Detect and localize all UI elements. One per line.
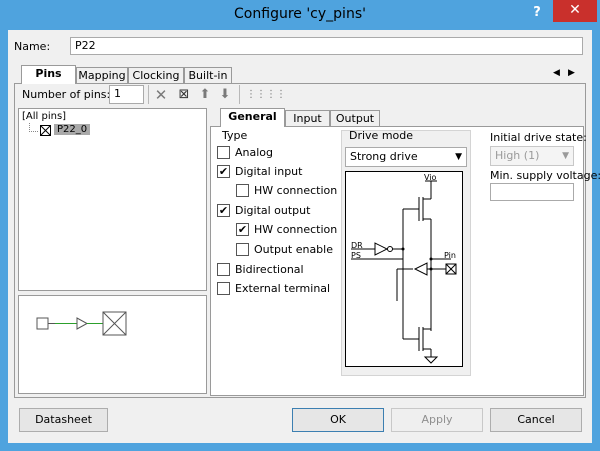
drive-mode-schematic <box>345 171 463 367</box>
pin-group-icon[interactable]: ⋮⋮ <box>246 87 266 103</box>
output-hw-connection-label: HW connection <box>254 223 338 236</box>
chevron-down-icon: ▼ <box>455 152 462 162</box>
toolbar-separator <box>239 85 240 104</box>
min-supply-voltage-input[interactable] <box>490 183 574 201</box>
pin-icon <box>40 125 51 136</box>
datasheet-button[interactable]: Datasheet <box>19 408 108 432</box>
cancel-button[interactable]: Cancel <box>490 408 582 432</box>
analog-label: Analog <box>235 146 274 159</box>
pin-preview-symbol <box>36 311 127 336</box>
pin-tree[interactable]: [All pins] P22_0 <box>18 108 207 291</box>
subtab-input[interactable]: Input <box>285 110 330 127</box>
tab-clocking[interactable]: Clocking <box>128 67 184 84</box>
drive-mode-select[interactable]: Strong drive ▼ <box>345 147 467 167</box>
input-hw-connection-checkbox[interactable] <box>236 184 249 197</box>
help-button[interactable]: ? <box>526 3 548 23</box>
initial-drive-state-value: High (1) <box>495 149 540 162</box>
external-terminal-label: External terminal <box>235 282 331 295</box>
output-hw-connection-checkbox[interactable]: ✔ <box>236 223 249 236</box>
name-input[interactable]: P22 <box>70 37 583 55</box>
digital-input-checkbox[interactable]: ✔ <box>217 165 230 178</box>
vio-label: Vio <box>424 173 437 182</box>
initial-drive-state-select[interactable]: High (1) ▼ <box>490 146 574 166</box>
chevron-down-icon: ▼ <box>562 151 569 161</box>
number-of-pins-label: Number of pins: <box>22 88 111 101</box>
output-enable-label: Output enable <box>254 243 333 256</box>
dialog-body: Name: P22 Pins Mapping Clocking Built-in… <box>8 30 600 443</box>
type-title: Type <box>222 129 248 142</box>
window-title: Configure 'cy_pins' <box>234 6 366 22</box>
input-hw-connection-label: HW connection <box>254 184 338 197</box>
tree-line <box>29 131 38 132</box>
tab-scroll-right-icon[interactable]: ▶ <box>568 68 575 78</box>
output-enable-checkbox[interactable] <box>236 243 249 256</box>
tab-built-in[interactable]: Built-in <box>184 67 232 84</box>
ps-label: PS <box>351 251 361 260</box>
external-terminal-checkbox[interactable] <box>217 282 230 295</box>
subtab-output[interactable]: Output <box>330 110 380 127</box>
title-bar[interactable]: Configure 'cy_pins' ? ✕ <box>0 0 600 30</box>
analog-checkbox[interactable] <box>217 146 230 159</box>
bidirectional-checkbox[interactable] <box>217 263 230 276</box>
dr-label: DR <box>351 241 363 250</box>
tree-root[interactable]: [All pins] <box>22 111 66 122</box>
drive-mode-value: Strong drive <box>350 150 418 163</box>
ok-button[interactable]: OK <box>292 408 384 432</box>
tree-item-p22-0[interactable]: P22_0 <box>54 124 91 135</box>
pin-ungroup-icon[interactable]: ⋮⋮ <box>266 87 286 103</box>
subtab-general[interactable]: General <box>220 108 285 127</box>
pin-preview <box>18 295 207 394</box>
add-pin-icon[interactable]: ⊠ <box>176 87 192 103</box>
pin-label: Pin <box>444 251 456 260</box>
name-label: Name: <box>14 40 51 53</box>
tab-mapping[interactable]: Mapping <box>76 67 128 84</box>
number-of-pins-input[interactable]: 1 <box>109 85 144 104</box>
move-up-icon[interactable]: ⬆ <box>197 87 213 103</box>
drive-mode-title: Drive mode <box>349 129 414 142</box>
toolbar-separator <box>148 85 149 104</box>
delete-pin-icon[interactable]: ✕ <box>153 87 169 103</box>
digital-output-checkbox[interactable]: ✔ <box>217 204 230 217</box>
apply-button[interactable]: Apply <box>391 408 483 432</box>
initial-drive-state-label: Initial drive state: <box>490 131 587 144</box>
tab-scroll-left-icon[interactable]: ◀ <box>553 68 560 78</box>
digital-input-label: Digital input <box>235 165 303 178</box>
tab-pins[interactable]: Pins <box>21 65 76 84</box>
min-supply-voltage-label: Min. supply voltage: <box>490 169 600 182</box>
move-down-icon[interactable]: ⬇ <box>217 87 233 103</box>
bidirectional-label: Bidirectional <box>235 263 304 276</box>
dialog-window: Configure 'cy_pins' ? ✕ Name: P22 Pins M… <box>0 0 600 451</box>
close-button[interactable]: ✕ <box>553 0 597 22</box>
digital-output-label: Digital output <box>235 204 311 217</box>
